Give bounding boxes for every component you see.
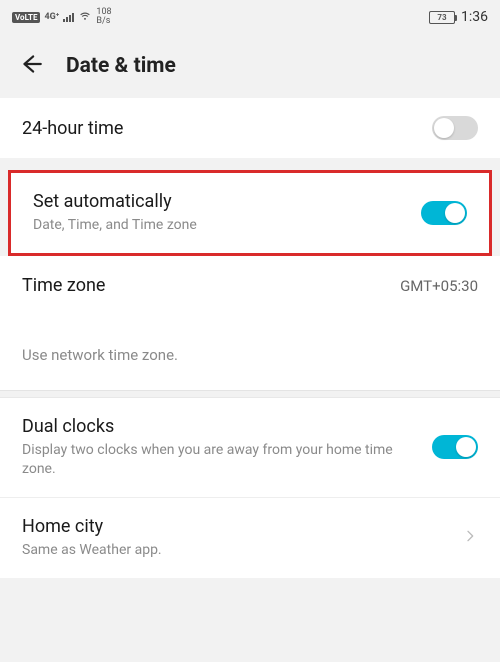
status-clock: 1:36 <box>461 9 488 25</box>
row-set-automatically[interactable]: Set automatically Date, Time, and Time z… <box>11 173 489 253</box>
toggle-24-hour[interactable] <box>432 116 478 140</box>
toggle-dual-clocks[interactable] <box>432 435 478 459</box>
page-title: Date & time <box>66 54 176 78</box>
row-title: 24-hour time <box>22 118 432 139</box>
row-subtitle: Same as Weather app. <box>22 541 462 560</box>
row-title: Set automatically <box>33 191 421 212</box>
row-subtitle: Date, Time, and Time zone <box>33 216 421 235</box>
row-time-zone[interactable]: Time zone GMT+05:30 <box>0 256 500 316</box>
row-24-hour-time[interactable]: 24-hour time <box>0 98 500 158</box>
toggle-set-automatically[interactable] <box>421 201 467 225</box>
network-speed: 108 B/s <box>96 8 111 26</box>
row-title: Home city <box>22 516 462 537</box>
battery-indicator: 73 <box>429 11 455 24</box>
row-dual-clocks[interactable]: Dual clocks Display two clocks when you … <box>0 398 500 498</box>
volte-badge: VoLTE <box>12 12 40 23</box>
wifi-icon <box>78 9 92 26</box>
signal-icon <box>63 13 74 22</box>
chevron-right-icon <box>462 528 478 548</box>
highlight-box: Set automatically Date, Time, and Time z… <box>8 170 492 256</box>
time-zone-value: GMT+05:30 <box>400 277 478 295</box>
header: Date & time <box>0 34 500 98</box>
row-subtitle: Display two clocks when you are away fro… <box>22 441 416 479</box>
back-arrow-icon[interactable] <box>18 51 44 81</box>
network-gen-label: 4G⁺ <box>44 12 59 22</box>
status-bar: VoLTE 4G⁺ 108 B/s 73 1:36 <box>0 0 500 34</box>
row-title: Time zone <box>22 275 400 296</box>
row-title: Dual clocks <box>22 416 416 437</box>
row-home-city[interactable]: Home city Same as Weather app. <box>0 498 500 578</box>
time-zone-helper: Use network time zone. <box>0 316 500 390</box>
